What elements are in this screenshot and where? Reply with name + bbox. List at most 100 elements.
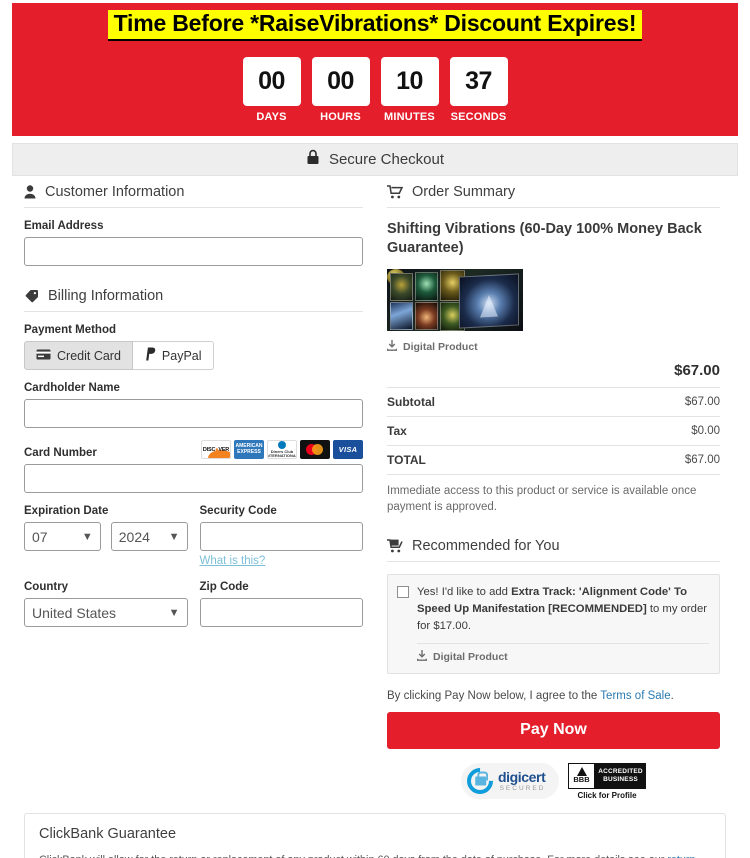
security-code-field[interactable]: [199, 522, 363, 551]
expiration-year-select[interactable]: 2024 ▼: [110, 522, 188, 551]
total-label: TOTAL: [387, 452, 426, 467]
cardholder-name-field[interactable]: [24, 399, 363, 428]
countdown-unit-days: 00 DAYS: [242, 56, 301, 123]
amex-icon: AMERICAN EXPRESS: [234, 440, 264, 459]
visa-icon: VISA: [333, 440, 363, 459]
tax-value: $0.00: [691, 424, 720, 437]
digicert-sub-label: SECURED: [499, 784, 546, 792]
order-column: Order Summary Shifting Vibrations (60-Da…: [375, 176, 738, 818]
recommended-offer-row: Yes! I'd like to add Extra Track: 'Align…: [397, 584, 709, 635]
bbb-top: BBB ACCREDITED BUSINESS: [568, 762, 646, 789]
country-group: Country United States ▼: [24, 581, 188, 627]
mastercard-icon: [300, 440, 330, 459]
download-icon: [386, 339, 398, 354]
country-zip-row: Country United States ▼ Zip Code: [24, 581, 363, 627]
immediate-access-note: Immediate access to this product or serv…: [387, 484, 697, 514]
countdown-unit-seconds: 37 SECONDS: [449, 56, 508, 123]
expiration-date-label: Expiration Date: [24, 505, 109, 517]
country-label: Country: [24, 581, 69, 593]
expiration-month-select[interactable]: 07 ▼: [24, 522, 101, 551]
offer-prefix: Yes! I'd like to add: [417, 585, 512, 598]
digicert-lock-icon: [461, 762, 499, 800]
chevron-down-icon: ▼: [81, 530, 93, 543]
countdown-banner: Time Before *RaiseVibrations* Discount E…: [12, 3, 738, 136]
recommended-digital-badge: Digital Product: [416, 649, 709, 664]
digicert-main-label: digicert: [498, 768, 546, 785]
cart-icon: [387, 185, 403, 199]
banner-title-wrap: Time Before *RaiseVibrations* Discount E…: [12, 3, 738, 41]
product-thumbnail-image: [387, 268, 523, 331]
secure-checkout-label: Secure Checkout: [328, 151, 445, 168]
what-is-this-link[interactable]: What is this?: [200, 555, 266, 567]
recommended-offer-box: Yes! I'd like to add Extra Track: 'Align…: [387, 573, 720, 674]
tax-row: Tax $0.00: [387, 417, 720, 446]
user-icon: [24, 185, 36, 199]
billing-column: Customer Information Email Address Billi…: [12, 176, 375, 818]
total-value: $67.00: [684, 453, 720, 466]
email-field[interactable]: [24, 237, 363, 266]
countdown-label-days: DAYS: [256, 110, 287, 123]
bbb-right: ACCREDITED BUSINESS: [595, 762, 646, 789]
billing-information-header: Billing Information: [24, 288, 363, 312]
recommended-digital-label: Digital Product: [433, 650, 508, 663]
country-value: United States: [32, 604, 117, 621]
digicert-badge[interactable]: digicert SECURED: [461, 762, 559, 800]
card-number-row: Card Number DISC●VER AMERICAN EXPRESS Din…: [24, 440, 363, 459]
banner-title: Time Before *RaiseVibrations* Discount E…: [107, 10, 643, 41]
recommended-offer-text: Yes! I'd like to add Extra Track: 'Align…: [417, 584, 709, 635]
discover-icon: DISC●VER: [201, 440, 231, 459]
zip-code-field[interactable]: [199, 598, 363, 627]
expiration-group: Expiration Date 07 ▼ 2024 ▼: [24, 505, 188, 569]
recommended-header: Recommended for You: [387, 538, 720, 562]
terms-suffix: .: [670, 689, 674, 702]
payment-method-paypal[interactable]: PayPal: [132, 341, 214, 370]
recommended-offer-checkbox[interactable]: [397, 585, 409, 598]
countdown-value-seconds: 37: [449, 56, 508, 106]
trust-badges: digicert SECURED BBB ACCREDITED BUSINESS: [387, 762, 720, 800]
terms-notice: By clicking Pay Now below, I agree to th…: [387, 690, 720, 702]
customer-information-header: Customer Information: [24, 184, 363, 208]
bbb-caption: Click for Profile: [577, 790, 637, 800]
digicert-text: digicert SECURED: [498, 768, 546, 793]
billing-information-label: Billing Information: [48, 288, 164, 304]
payment-method-label: Payment Method: [24, 324, 117, 336]
countdown-label-minutes: MINUTES: [384, 110, 435, 123]
card-number-field[interactable]: [24, 464, 363, 493]
clickbank-guarantee-box: ClickBank Guarantee ClickBank will allow…: [24, 813, 726, 858]
zip-group: Zip Code: [199, 581, 363, 627]
email-label: Email Address: [24, 220, 104, 232]
chevron-down-icon: ▼: [168, 530, 180, 543]
tag-icon: [24, 289, 39, 303]
tax-label: Tax: [387, 423, 407, 438]
subtotal-label: Subtotal: [387, 394, 435, 409]
subtotal-row: Subtotal $67.00: [387, 388, 720, 417]
card-number-label: Card Number: [24, 447, 97, 459]
bbb-line2: BUSINESS: [603, 775, 638, 783]
cardholder-name-label: Cardholder Name: [24, 382, 120, 394]
checkout-page: Time Before *RaiseVibrations* Discount E…: [0, 0, 750, 858]
expiration-security-row: Expiration Date 07 ▼ 2024 ▼ Security Cod…: [24, 505, 363, 569]
payment-method-credit-card[interactable]: Credit Card: [24, 341, 133, 370]
security-group: Security Code What is this?: [199, 505, 363, 569]
countdown-value-hours: 00: [311, 56, 370, 106]
bbb-badge[interactable]: BBB ACCREDITED BUSINESS Click for Profil…: [568, 762, 646, 800]
download-icon: [416, 649, 428, 664]
payment-method-paypal-label: PayPal: [161, 348, 202, 363]
pay-now-button[interactable]: Pay Now: [387, 711, 720, 749]
bbb-abbr-label: BBB: [573, 775, 590, 785]
payment-method-group: Credit Card PayPal: [24, 341, 363, 370]
diners-club-icon: Diners Club INTERNATIONAL: [267, 440, 297, 459]
terms-prefix: By clicking Pay Now below, I agree to th…: [387, 689, 601, 702]
chevron-down-icon: ▼: [168, 606, 180, 619]
paypal-icon: [144, 347, 156, 364]
customer-information-label: Customer Information: [45, 184, 185, 200]
order-summary-header: Order Summary: [387, 184, 720, 208]
recommended-label: Recommended for You: [412, 537, 560, 554]
terms-of-sale-link[interactable]: Terms of Sale: [600, 690, 670, 702]
payment-method-credit-card-label: Credit Card: [57, 348, 121, 363]
bbb-torch-icon: BBB: [568, 762, 595, 789]
credit-card-icon: [36, 349, 51, 363]
card-brand-logos: DISC●VER AMERICAN EXPRESS Diners Club INTE…: [201, 440, 363, 459]
country-select[interactable]: United States ▼: [24, 598, 188, 627]
secure-checkout-bar: Secure Checkout: [12, 143, 738, 176]
